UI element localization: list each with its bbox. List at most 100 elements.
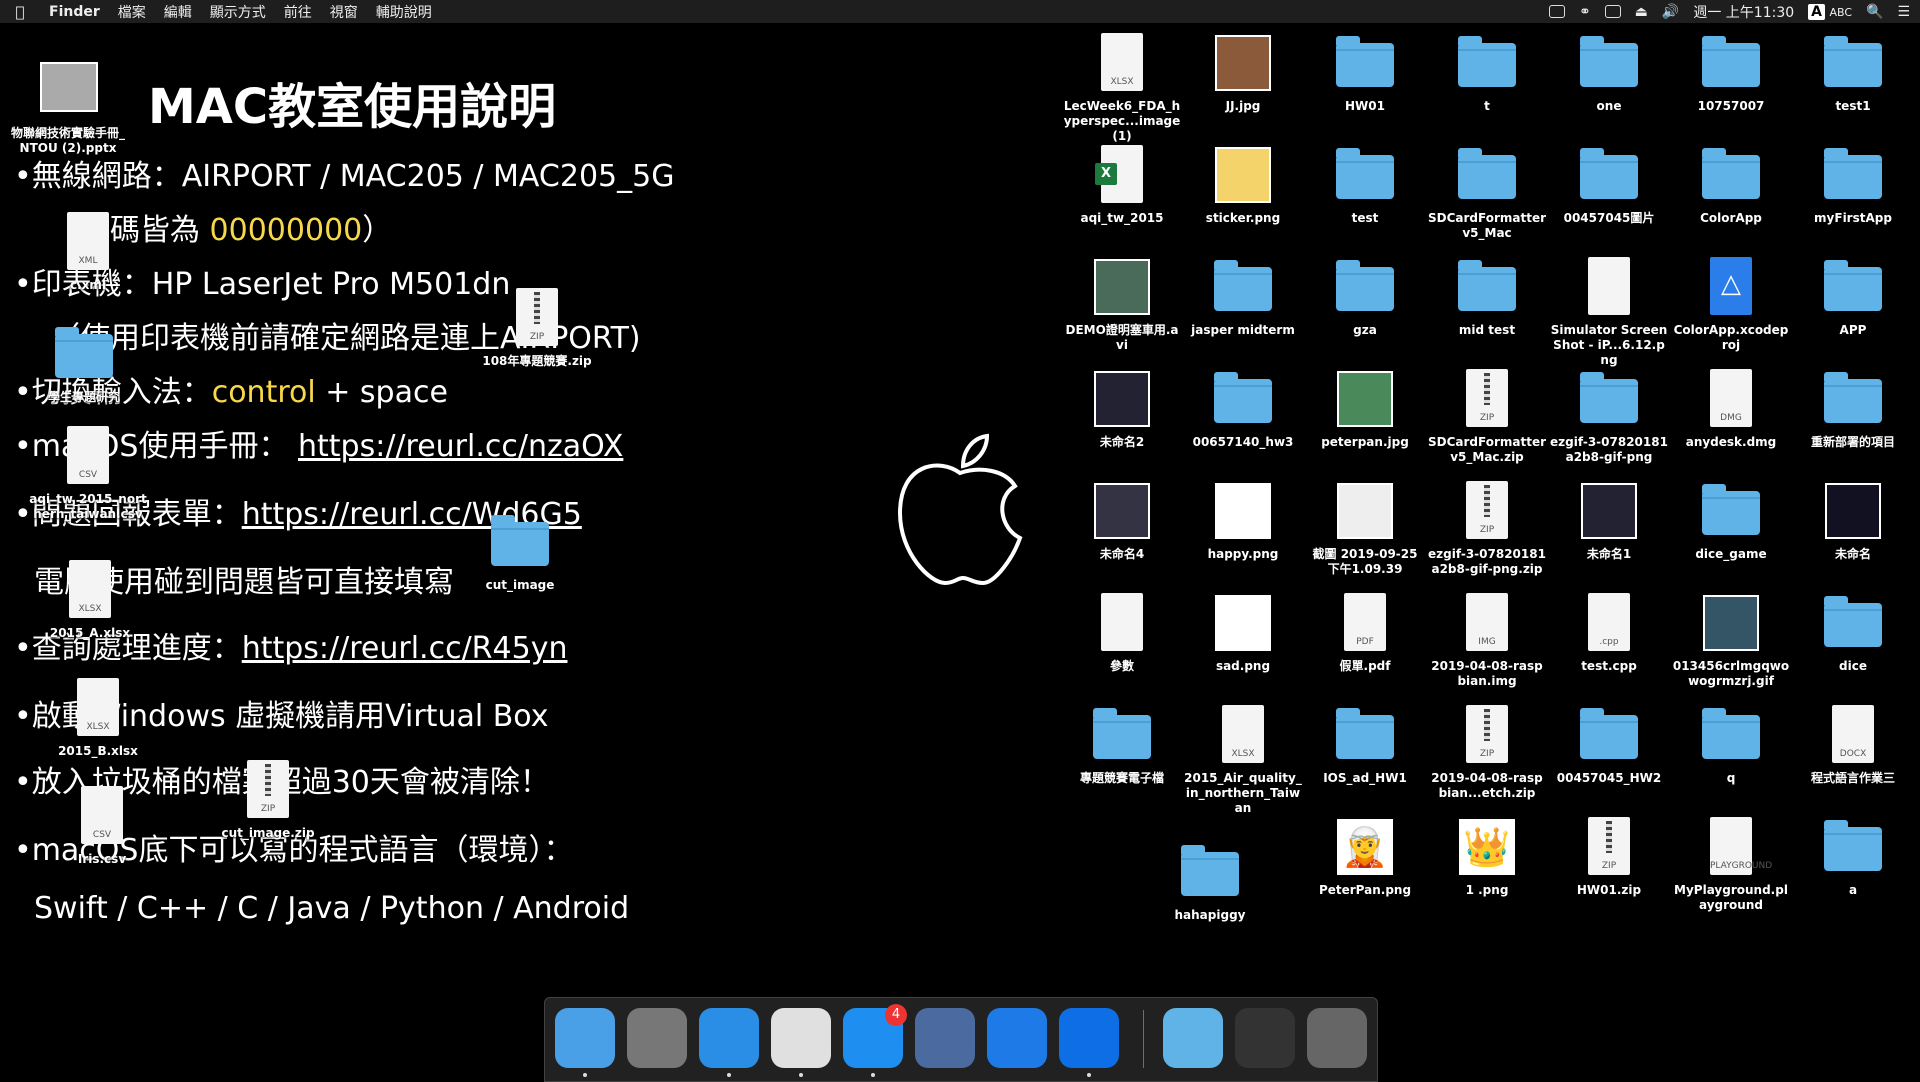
desktop-icon[interactable]: 未命名1 [1549, 481, 1669, 562]
menu-file[interactable]: 檔案 [109, 2, 155, 22]
folder-icon [1822, 369, 1884, 431]
running-indicator [799, 1073, 803, 1077]
desktop-icon[interactable]: XLSX 2015_Air_quality_in_northern_Taiwan [1183, 705, 1303, 816]
desktop-icon[interactable]: 😉 happy.png [1183, 481, 1303, 562]
desktop-icon[interactable]: APP [1793, 257, 1913, 338]
desktop-icon[interactable]: hahapiggy [1150, 842, 1270, 923]
desktop-icon[interactable]: mid test [1427, 257, 1547, 338]
desktop-icon[interactable]: XML c.xml [28, 212, 148, 293]
desktop-icon[interactable]: HW01 [1305, 33, 1425, 114]
desktop-icon[interactable]: 013456crlmgqwowogrmzrj.gif [1671, 593, 1791, 689]
menu-go[interactable]: 前往 [275, 2, 321, 22]
desktop-icon[interactable]: cut_image [460, 512, 580, 593]
desktop-icon[interactable]: myFirstApp [1793, 145, 1913, 226]
desktop-icon[interactable]: JJ.jpg [1183, 33, 1303, 114]
desktop-icon[interactable]: .cpp test.cpp [1549, 593, 1669, 674]
desktop-icon[interactable]: CSV aqi_tw_2015_northern_taiwan.csv [28, 426, 148, 522]
menu-help[interactable]: 輔助說明 [367, 2, 441, 22]
dock-recent-icon[interactable] [1235, 1008, 1295, 1068]
dock-app-teamviewer-icon[interactable] [1059, 1008, 1119, 1077]
desktop-icon[interactable]: test1 [1793, 33, 1913, 114]
input-source[interactable]: A ABC [1808, 3, 1852, 20]
desktop-icon-label: happy.png [1207, 547, 1279, 561]
desktop-icon[interactable]: 物聯網技術實驗手冊_NTOU (2).pptx [8, 60, 128, 156]
desktop-icon[interactable]: dice [1793, 593, 1913, 674]
desktop-icon[interactable]: q [1671, 705, 1791, 786]
desktop-icon[interactable]: ZIP HW01.zip [1549, 817, 1669, 898]
menu-finder[interactable]: Finder [40, 4, 109, 20]
desktop-icon[interactable]: ZIP cut_image.zip [208, 760, 328, 841]
eject-icon[interactable]: ⏏ [1635, 4, 1648, 20]
desktop-icon[interactable]: 🧝 PeterPan.png [1305, 817, 1425, 898]
desktop-icon[interactable]: 10757007 [1671, 33, 1791, 114]
desktop-icon[interactable]: PLAYGROUND MyPlayground.playground [1671, 817, 1791, 913]
desktop-icon[interactable]: 00457045_HW2 [1549, 705, 1669, 786]
desktop-icon[interactable]: DOCX 程式語言作業三 [1793, 705, 1913, 786]
dock-app-xcode-icon[interactable] [987, 1008, 1047, 1068]
airplay-icon[interactable] [1604, 5, 1621, 18]
desktop-icon[interactable]: 00657140_hw3 [1183, 369, 1303, 450]
dock-app-app-store-icon[interactable]: 4 [843, 1004, 907, 1077]
desktop-icon[interactable]: ZIP SDCardFormatterv5_Mac.zip [1427, 369, 1547, 465]
dock-trash-icon[interactable] [1307, 1008, 1367, 1068]
desktop-icon[interactable]: peterpan.jpg [1305, 369, 1425, 450]
desktop-icon[interactable]: one [1549, 33, 1669, 114]
document-icon: IMG [1456, 593, 1518, 655]
desktop-icon[interactable]: DEMO證明塞車用.avi [1062, 257, 1182, 353]
dock-app-virtualbox-icon[interactable] [915, 1008, 975, 1068]
wifi-icon[interactable]: ⚭ [1579, 4, 1591, 20]
desktop-icon[interactable]: Xaqi_tw_2015 [1062, 145, 1182, 226]
desktop-icon[interactable]: t [1427, 33, 1547, 114]
notification-center-icon[interactable]: ☰ [1897, 4, 1910, 20]
desktop-icon[interactable]: 👑 1 .png [1427, 817, 1547, 898]
desktop-icon[interactable]: 00457045圖片 [1549, 145, 1669, 226]
desktop-icon[interactable]: sticker.png [1183, 145, 1303, 226]
desktop-icon[interactable]: 😟 sad.png [1183, 593, 1303, 674]
desktop-icon[interactable]: 未命名4 [1062, 481, 1182, 562]
desktop-icon[interactable]: ColorApp [1671, 145, 1791, 226]
apple-menu-icon[interactable]:  [0, 3, 40, 21]
desktop-icon[interactable]: Simulator Screen Shot - iP...6.12.png [1549, 257, 1669, 368]
desktop-icon[interactable]: a [1793, 817, 1913, 898]
desktop-icon[interactable]: CSV Iris.csv [42, 786, 162, 867]
desktop-icon[interactable]: PDF 假單.pdf [1305, 593, 1425, 674]
desktop-icon[interactable]: △ ColorApp.xcodeproj [1671, 257, 1791, 353]
desktop-icon[interactable]: IOS_ad_HW1 [1305, 705, 1425, 786]
desktop-icon[interactable]: ezgif-3-07820181a2b8-gif-png [1549, 369, 1669, 465]
teamviewer-status-icon[interactable] [1548, 5, 1565, 18]
menu-view[interactable]: 顯示方式 [201, 2, 275, 22]
desktop-icon[interactable]: IMG 2019-04-08-raspbian.img [1427, 593, 1547, 689]
dock-app-launchpad-icon[interactable] [627, 1008, 687, 1068]
desktop-icon[interactable]: 截圖 2019-09-25 下午1.09.39 [1305, 481, 1425, 577]
desktop-icon[interactable]: gza [1305, 257, 1425, 338]
spotlight-icon[interactable]: 🔍 [1866, 4, 1883, 20]
desktop-icon[interactable]: XLSX 2015_B.xlsx [38, 678, 158, 759]
desktop-icon[interactable]: 重新部署的項目 [1793, 369, 1913, 450]
menu-window[interactable]: 視窗 [321, 2, 367, 22]
desktop-icon[interactable]: ZIP 2019-04-08-raspbian...etch.zip [1427, 705, 1547, 801]
desktop-icon[interactable]: 參數 [1062, 593, 1182, 674]
desktop-icon[interactable]: ZIP 108年專題競賽.zip [477, 288, 597, 369]
desktop-icon-label: 00457045_HW2 [1556, 771, 1662, 785]
desktop-icon[interactable]: test [1305, 145, 1425, 226]
dock-downloads-icon[interactable] [1163, 1008, 1223, 1068]
desktop-icon[interactable]: 學生專題研究 [24, 324, 144, 405]
desktop-icon[interactable]: dice_game [1671, 481, 1791, 562]
desktop-icon[interactable]: ZIP ezgif-3-07820181a2b8-gif-png.zip [1427, 481, 1547, 577]
menu-edit[interactable]: 編輯 [155, 2, 201, 22]
dock-app-safari-icon[interactable] [699, 1008, 759, 1077]
clock[interactable]: 週一 上午11:30 [1693, 2, 1794, 22]
desktop-icon[interactable]: XLSX LecWeek6_FDA_hyperspec...image(1) [1062, 33, 1182, 144]
dock-app-chrome-icon[interactable] [771, 1008, 831, 1077]
desktop-icon[interactable]: 未命名2 [1062, 369, 1182, 450]
desktop-icon[interactable]: jasper midterm [1183, 257, 1303, 338]
desktop-icon[interactable]: DMG anydesk.dmg [1671, 369, 1791, 450]
dock-app-finder-icon[interactable] [555, 1008, 615, 1077]
desktop-icon[interactable]: 未命名 [1793, 481, 1913, 562]
desktop-icon[interactable]: XLSX 2015_A.xlsx [30, 560, 150, 641]
desktop-icon[interactable]: SDCardFormatterv5_Mac [1427, 145, 1547, 241]
desktop-icon-label: gza [1353, 323, 1377, 337]
desktop-icon[interactable]: 專題競賽電子檔 [1062, 705, 1182, 786]
volume-icon[interactable]: 🔊 [1662, 4, 1679, 20]
desktop-icon-label: Simulator Screen Shot - iP...6.12.png [1550, 323, 1668, 367]
